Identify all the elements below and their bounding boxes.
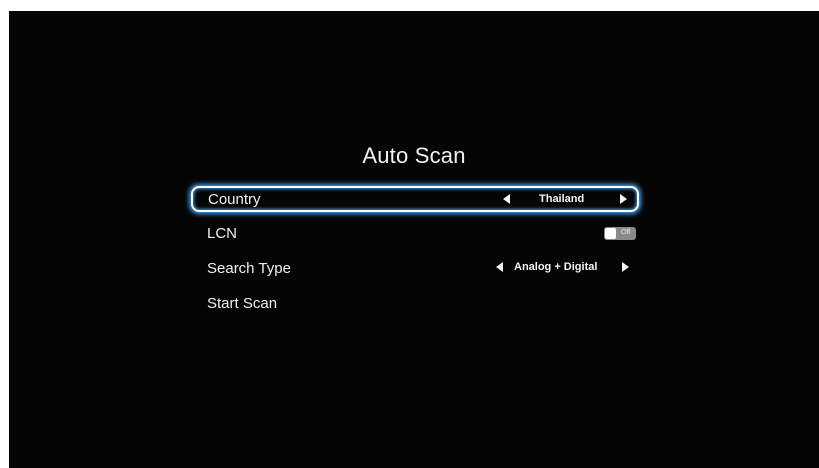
menu-item-country[interactable]: Country Thailand xyxy=(191,186,639,212)
country-value: Thailand xyxy=(539,193,585,205)
country-label: Country xyxy=(208,191,261,208)
lcn-toggle[interactable]: Off xyxy=(604,227,636,240)
arrow-left-icon[interactable] xyxy=(503,194,510,204)
toggle-knob xyxy=(605,228,616,239)
lcn-label: LCN xyxy=(207,225,238,242)
search-type-value: Analog + Digital xyxy=(514,261,598,273)
arrow-left-icon[interactable] xyxy=(496,262,503,272)
search-type-label: Search Type xyxy=(207,260,291,277)
menu-item-search-type[interactable]: Search Type Analog + Digital xyxy=(191,256,639,282)
menu-item-lcn[interactable]: LCN Off xyxy=(191,221,639,247)
menu-item-start-scan[interactable]: Start Scan xyxy=(191,291,639,317)
start-scan-label: Start Scan xyxy=(207,295,278,312)
toggle-state-text: Off xyxy=(621,229,631,236)
arrow-right-icon[interactable] xyxy=(622,262,629,272)
page-title: Auto Scan xyxy=(362,143,466,168)
tv-screen: Auto Scan Country Thailand LCN Off Searc… xyxy=(9,11,819,468)
arrow-right-icon[interactable] xyxy=(620,194,627,204)
